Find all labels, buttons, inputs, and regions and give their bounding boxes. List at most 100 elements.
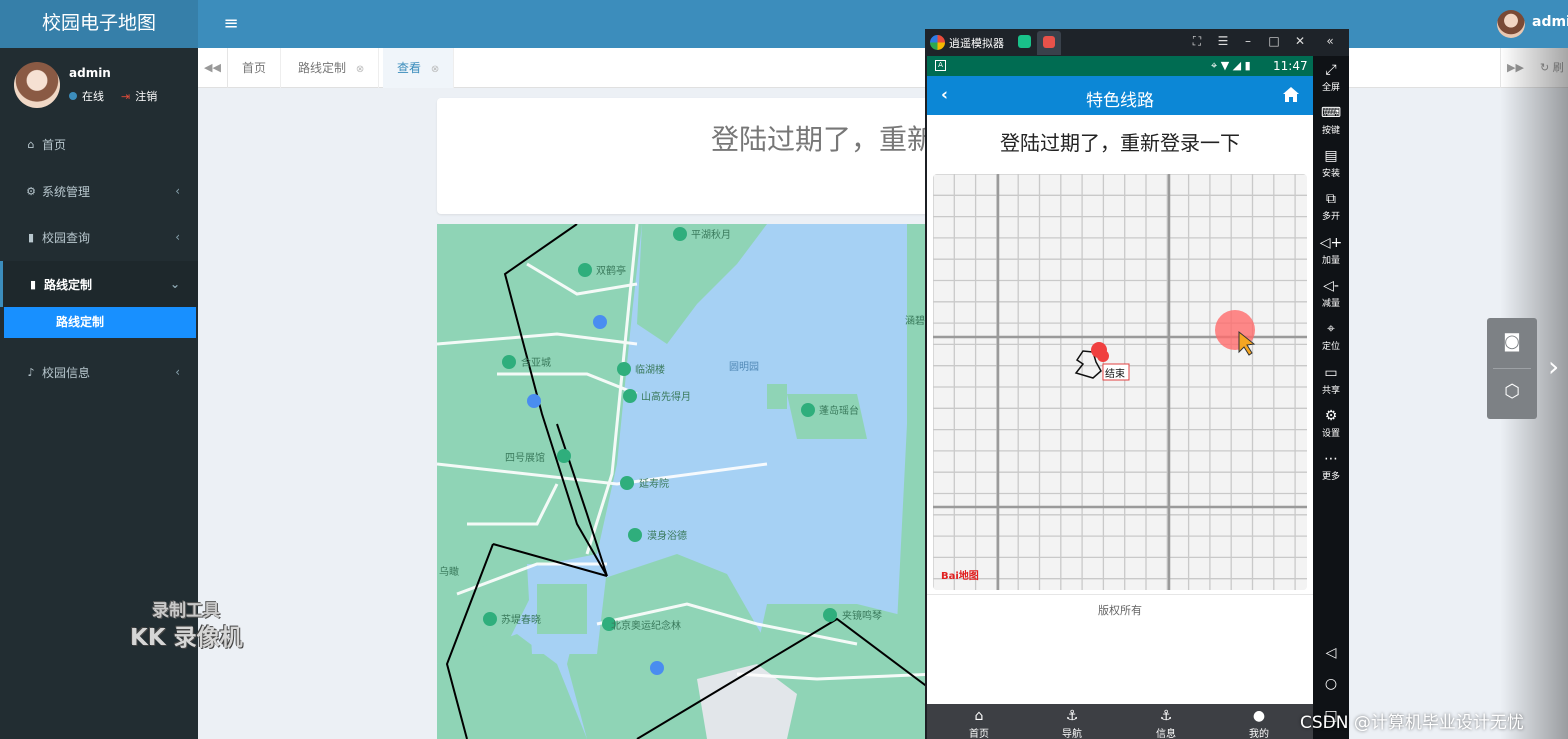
divider [927, 594, 1313, 595]
online-dot-icon [69, 92, 77, 100]
android-back-button[interactable]: ◁ [1313, 645, 1349, 661]
emulator-name: 逍遥模拟器 [949, 37, 1004, 50]
logout-link[interactable]: 注销 [135, 88, 157, 104]
user-status: 在线 ⇥ 注销 [69, 88, 157, 104]
sidebar-item-campus-info[interactable]: ♪ 校园信息 ‹ [0, 349, 198, 395]
gear-icon: ⚙ [26, 184, 36, 198]
chevron-left-icon: ‹ [175, 365, 180, 379]
emulator-logo-icon [930, 35, 945, 50]
user-avatar [14, 62, 60, 108]
multi-instance-button[interactable]: ⧉ 多开 [1313, 191, 1349, 222]
logout-icon[interactable]: ⇥ [121, 90, 130, 103]
bell-icon: ♪ [27, 365, 35, 379]
maximize-icon[interactable]: □ [1266, 34, 1282, 48]
app-title: 特色线路 [1086, 91, 1154, 111]
map-label: 延寿院 [639, 477, 669, 490]
sidebar-item-label: 系统管理 [42, 184, 91, 199]
bottom-nav: ⌂ 首页 ⚓ 导航 ⚓ 信息 ● 我的 [927, 704, 1313, 739]
nav-home[interactable]: ⌂ 首页 [959, 707, 999, 739]
tab-scroll-left-icon[interactable]: ◀◀ [198, 48, 228, 88]
home-icon[interactable] [1282, 86, 1300, 103]
floating-tool-panel: ◙ ⬡ [1487, 318, 1537, 419]
nav-info[interactable]: ⚓ 信息 [1146, 707, 1186, 739]
volume-up-button[interactable]: ◁+ 加量 [1313, 235, 1349, 266]
minimize-icon[interactable]: – [1240, 34, 1256, 48]
sidebar-subitem-route[interactable]: 路线定制 [4, 307, 196, 338]
watermark-recorder-line2: KK 录像机 [130, 625, 243, 651]
user-icon: ● [1252, 708, 1266, 724]
campus-map[interactable]: 平湖秋月 双鹤亭 含亚城 临湖楼 山高先得月 圆明园 蓬岛瑶台 四号展馆 延寿院… [437, 224, 937, 739]
content-card: 登陆过期了，重新 [437, 98, 937, 214]
install-apk-button[interactable]: ▤ 安装 [1313, 148, 1349, 179]
phone-screen: A ⌖ ▼ ◢ ▮ 11:47 ‹ 特色线路 登陆过期了，重新登录一下 结束 B… [927, 56, 1313, 739]
map-label: 山高先得月 [641, 390, 691, 403]
side-label: 设置 [1321, 429, 1340, 439]
gear-icon: ⚙ [1324, 408, 1338, 424]
sidebar-item-label: 首页 [42, 137, 67, 152]
end-marker-label: 结束 [1105, 367, 1125, 380]
route-map[interactable]: 结束 Bai地图 [933, 174, 1307, 590]
sidebar-item-campus-query[interactable]: ▮ 校园查询 ‹ [0, 214, 198, 260]
fullscreen-button[interactable]: ⤢ 全屏 [1313, 62, 1349, 93]
camera-icon[interactable]: ◙ [1500, 330, 1524, 354]
tab-view[interactable]: 查看 ⊗ [383, 48, 455, 88]
status-time: 11:47 [1273, 59, 1308, 73]
nav-label: 首页 [969, 729, 989, 739]
sidebar-item-system[interactable]: ⚙ 系统管理 ‹ [0, 168, 198, 214]
menu-icon[interactable]: ☰ [1215, 34, 1231, 48]
close-icon[interactable]: ⊗ [431, 64, 439, 75]
home-icon: ⌂ [27, 137, 35, 151]
settings-button[interactable]: ⚙ 设置 [1313, 408, 1349, 439]
home-circle-icon: ○ [1324, 676, 1338, 692]
side-label: 减量 [1321, 299, 1340, 309]
sidebar-item-route[interactable]: ▮ 路线定制 ⌄ [0, 261, 198, 307]
more-button[interactable]: ⋯ 更多 [1313, 451, 1349, 482]
side-label: 定位 [1321, 342, 1340, 352]
hexagon-settings-icon[interactable]: ⬡ [1500, 380, 1524, 404]
nav-mine[interactable]: ● 我的 [1239, 707, 1279, 739]
chevron-down-icon: ⌄ [169, 277, 180, 291]
online-label: 在线 [82, 90, 104, 103]
volume-down-button[interactable]: ◁- 减量 [1313, 278, 1349, 309]
more-icon: ⋯ [1324, 451, 1338, 467]
hamburger-icon[interactable]: ≡ [218, 12, 244, 36]
user-name: admin [69, 66, 111, 80]
watermark-csdn: CSDN @计算机毕业设计无忧 [1300, 713, 1524, 733]
copyright-text: 版权所有 [1098, 604, 1142, 617]
map-label: 平湖秋月 [691, 228, 731, 241]
status-icons: ⌖ ▼ ◢ ▮ [1211, 59, 1251, 72]
emulator-titlebar: 逍遥模拟器 ⛶ ☰ – □ ✕ « [925, 29, 1349, 56]
top-user-avatar[interactable] [1497, 10, 1525, 38]
map-label: 双鹤亭 [596, 264, 626, 277]
close-icon[interactable]: ✕ [1292, 34, 1308, 48]
side-label: 更多 [1321, 472, 1340, 482]
anchor-icon: ⚓ [1159, 708, 1173, 724]
nav-label: 信息 [1156, 729, 1176, 739]
sidebar-item-home[interactable]: ⌂ 首页 [0, 121, 198, 167]
share-folder-button[interactable]: ▭ 共享 [1313, 365, 1349, 396]
tab-route[interactable]: 路线定制 ⊗ [284, 48, 380, 88]
sidebar-item-label: 路线定制 [44, 277, 93, 292]
tab-home[interactable]: 首页 [228, 48, 282, 88]
map-label: 夹镜鸣琴 [842, 609, 882, 622]
map-label: 乌瞰 [439, 565, 459, 578]
keymap-button[interactable]: ⌨ 按键 [1313, 105, 1349, 136]
baidu-logo: Bai地图 [941, 569, 979, 582]
tab-label: 路线定制 [298, 61, 347, 75]
top-user-name[interactable]: admin [1532, 14, 1568, 30]
home-icon: ⌂ [974, 708, 984, 724]
collapse-sidebar-icon[interactable]: « [1322, 34, 1338, 48]
notification-icon: A [935, 60, 946, 71]
nav-navigation[interactable]: ⚓ 导航 [1052, 707, 1092, 739]
android-home-button[interactable]: ○ [1313, 676, 1349, 692]
chevron-right-icon[interactable]: › [1548, 350, 1559, 383]
location-button[interactable]: ⌖ 定位 [1313, 321, 1349, 352]
close-icon[interactable]: ⊗ [356, 64, 364, 75]
app-logo-title[interactable]: 校园电子地图 [0, 0, 198, 48]
side-label: 加量 [1321, 256, 1340, 266]
app-bar: ‹ 特色线路 [927, 76, 1313, 115]
emulator-tab-home-icon[interactable] [1018, 35, 1031, 48]
folder-icon: ▭ [1324, 365, 1338, 381]
fullscreen-toggle-icon[interactable]: ⛶ [1189, 34, 1205, 49]
divider [1493, 368, 1531, 369]
